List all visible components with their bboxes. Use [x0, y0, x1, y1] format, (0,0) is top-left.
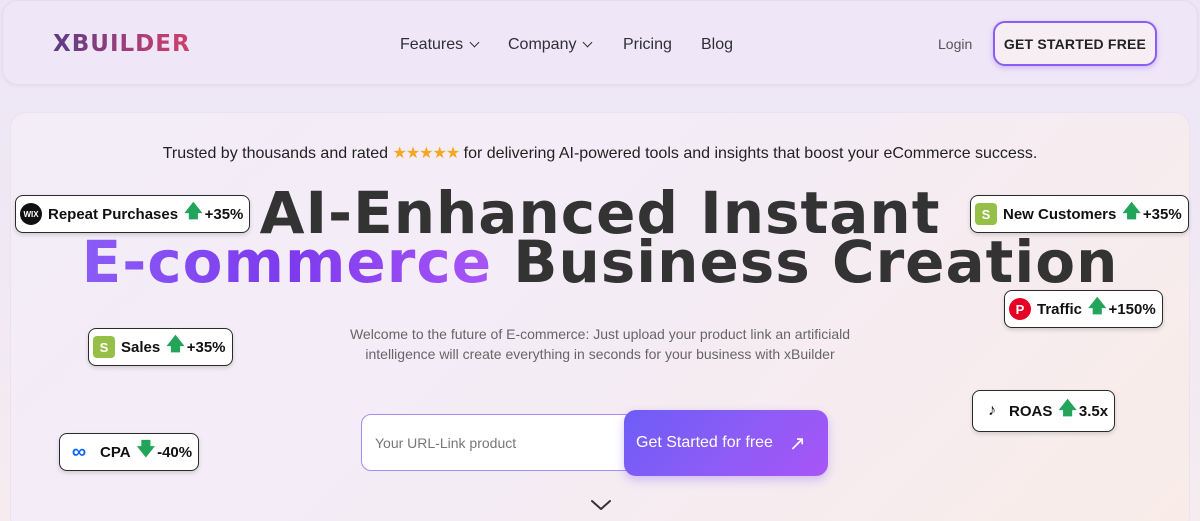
- arrow-up-right-icon: ↗: [788, 432, 806, 455]
- nav-company[interactable]: Company: [508, 36, 593, 54]
- nav-pricing[interactable]: Pricing: [623, 36, 672, 54]
- badge-label: Repeat Purchases: [48, 205, 179, 223]
- badge-change: +35%: [1142, 205, 1182, 223]
- badge-sales: S Sales 🡅 +35%: [88, 328, 233, 366]
- badge-roas: ♪ ROAS 🡅 3.5x: [972, 390, 1116, 432]
- chevron-down-icon: [583, 37, 593, 47]
- get-started-label: Get Started for free: [636, 434, 773, 451]
- arrow-up-icon: 🡅: [184, 201, 203, 221]
- badge-change: +35%: [186, 338, 226, 356]
- headline-highlight: E-commerce: [81, 228, 493, 296]
- badge-repeat-purchases: WIX Repeat Purchases 🡅 +35%: [15, 195, 251, 233]
- tiktok-icon: ♪: [988, 402, 996, 419]
- badge-change: +150%: [1108, 300, 1156, 318]
- arrow-up-icon: 🡅: [1088, 296, 1107, 316]
- arrow-up-icon: 🡅: [1058, 398, 1077, 418]
- scroll-down-chevron-icon[interactable]: [590, 494, 612, 516]
- top-navbar: XBUILDER Features Company Pricing Blog L…: [2, 0, 1198, 85]
- arrow-down-icon: 🡇: [136, 439, 156, 459]
- hero-subtitle: Welcome to the future of E-commerce: Jus…: [349, 326, 851, 362]
- chevron-down-icon: [469, 37, 480, 47]
- nav-features-label: Features: [400, 36, 464, 53]
- headline-rest: Business Creation: [513, 228, 1119, 296]
- badge-label: Traffic: [1037, 300, 1083, 318]
- headline-line-2: E-commerce Business Creation: [0, 229, 1200, 295]
- nav-blog[interactable]: Blog: [701, 36, 733, 54]
- arrow-up-icon: 🡅: [166, 334, 185, 354]
- badge-label: ROAS: [1009, 402, 1053, 420]
- meta-icon: ∞: [71, 440, 87, 463]
- get-started-free-button[interactable]: GET STARTED FREE: [993, 21, 1157, 66]
- badge-change: 3.5x: [1078, 402, 1109, 420]
- trusted-text-end: for delivering AI-powered tools and insi…: [463, 145, 1038, 162]
- badge-label: New Customers: [1003, 205, 1117, 223]
- url-form: Get Started for free ↗: [361, 410, 828, 476]
- nav-blog-label: Blog: [701, 36, 734, 53]
- badge-new-customers: S New Customers 🡅 +35%: [970, 195, 1189, 233]
- badge-traffic: P Traffic 🡅 +150%: [1004, 290, 1163, 328]
- pinterest-icon: P: [1009, 298, 1031, 320]
- nav-company-label: Company: [508, 36, 577, 53]
- rating-stars: ★★★★★: [392, 145, 460, 162]
- badge-label: Sales: [121, 338, 161, 356]
- nav-pricing-label: Pricing: [623, 36, 672, 53]
- nav-features[interactable]: Features: [400, 36, 480, 54]
- get-started-for-free-button[interactable]: Get Started for free ↗: [624, 410, 828, 476]
- login-link[interactable]: Login: [938, 36, 972, 52]
- xbuilder-logo[interactable]: XBUILDER: [53, 31, 191, 57]
- badge-change: +35%: [204, 205, 244, 223]
- arrow-up-icon: 🡅: [1122, 201, 1141, 221]
- badge-cpa: ∞ CPA 🡇 -40%: [59, 433, 200, 471]
- product-url-input[interactable]: [361, 414, 661, 471]
- shopify-icon: S: [975, 203, 997, 225]
- wix-icon: WIX: [20, 203, 42, 225]
- badge-label: CPA: [100, 443, 131, 461]
- shopify-icon: S: [93, 336, 115, 358]
- trusted-text-start: Trusted by thousands and rated: [162, 145, 389, 162]
- badge-change: -40%: [157, 443, 193, 461]
- trusted-tagline: Trusted by thousands and rated ★★★★★ for…: [0, 143, 1200, 163]
